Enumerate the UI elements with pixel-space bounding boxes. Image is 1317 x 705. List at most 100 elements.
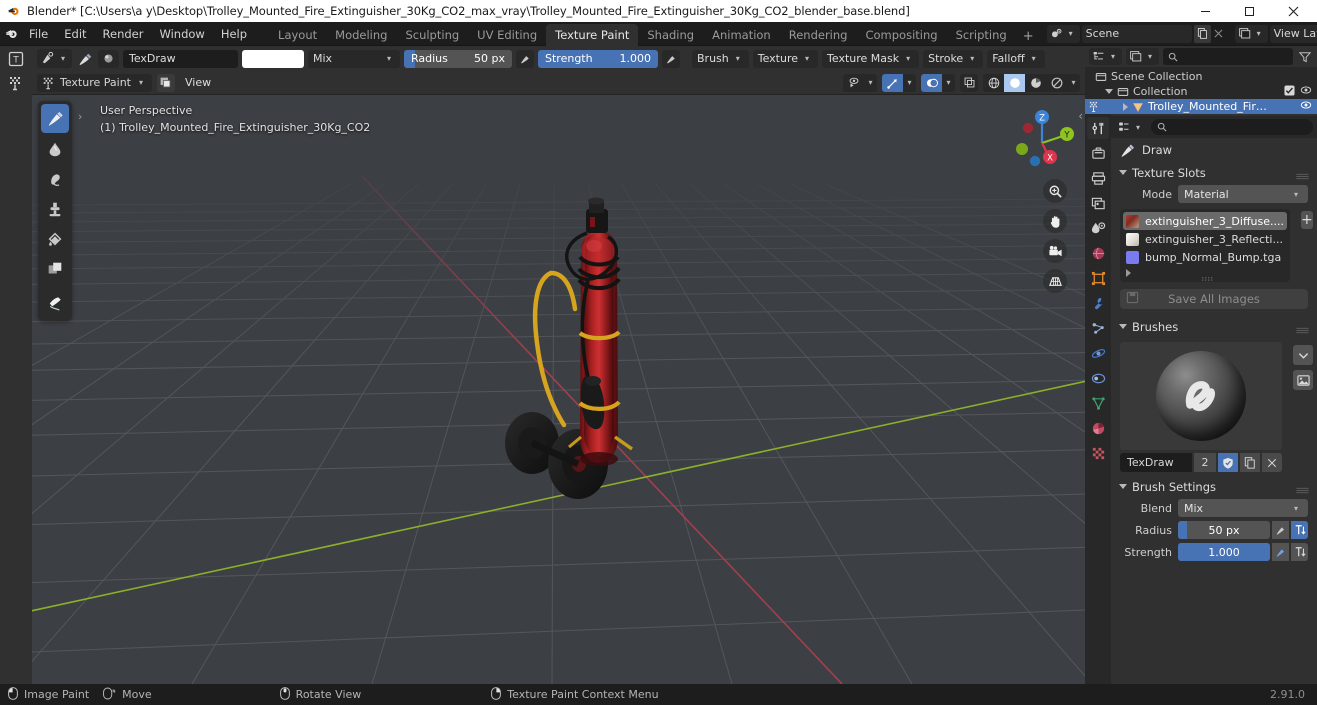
- tab-uv-editing[interactable]: UV Editing: [468, 24, 546, 46]
- add-texture-slot-button[interactable]: +: [1301, 211, 1313, 229]
- tab-sculpting[interactable]: Sculpting: [396, 24, 468, 46]
- editor-type-checker-icon[interactable]: [4, 72, 28, 94]
- tool-clone[interactable]: [41, 194, 69, 223]
- wireframe-shading-icon[interactable]: [983, 74, 1004, 92]
- tool-mask[interactable]: [41, 254, 69, 283]
- tab-output[interactable]: [1087, 167, 1109, 189]
- brush-strength-slider[interactable]: 1.000: [1178, 543, 1270, 561]
- blend-mode-dropdown[interactable]: Mix ▾: [308, 49, 400, 68]
- outliner-editor-type-button[interactable]: ▾: [1089, 48, 1122, 65]
- outliner-row-object[interactable]: Trolley_Mounted_Fir…: [1085, 99, 1317, 114]
- add-workspace-button[interactable]: +: [1016, 27, 1041, 46]
- maximize-button[interactable]: [1227, 0, 1271, 22]
- gizmo-popover[interactable]: ▾: [882, 73, 916, 92]
- tab-material[interactable]: [1087, 417, 1109, 439]
- tool-draw[interactable]: [41, 104, 69, 133]
- tab-modeling[interactable]: Modeling: [326, 24, 396, 46]
- texture-slot-item[interactable]: extinguisher_3_Diffuse....: [1123, 212, 1287, 230]
- menu-edit[interactable]: Edit: [56, 24, 94, 44]
- unlink-brush-button[interactable]: [1262, 453, 1282, 472]
- viewport-paint-mask-icon[interactable]: [156, 73, 175, 92]
- texture-slot-item[interactable]: extinguisher_3_Reflecti...: [1123, 230, 1287, 248]
- scene-browse-dropdown[interactable]: ▾: [1046, 24, 1080, 43]
- ortho-perspective-icon[interactable]: [1043, 269, 1067, 293]
- tab-render[interactable]: [1087, 142, 1109, 164]
- brush-color-swatch[interactable]: [242, 49, 304, 68]
- tool-soften[interactable]: [41, 134, 69, 163]
- tab-physics[interactable]: [1087, 342, 1109, 364]
- scene-new-button[interactable]: [1193, 24, 1211, 43]
- popover-texture-mask[interactable]: Texture Mask ▾: [822, 49, 920, 68]
- save-all-images-button[interactable]: Save All Images: [1120, 289, 1308, 309]
- tab-texture-paint[interactable]: Texture Paint: [546, 23, 639, 46]
- menu-render[interactable]: Render: [95, 24, 152, 44]
- list-resize-grip-icon[interactable]: [1201, 271, 1219, 281]
- 3d-viewport[interactable]: User Perspective (1) Trolley_Mounted_Fir…: [32, 95, 1085, 684]
- brush-preview[interactable]: [1120, 342, 1282, 450]
- tab-layout[interactable]: Layout: [269, 24, 326, 46]
- pan-hand-icon[interactable]: [1043, 209, 1067, 233]
- rendered-shading-icon[interactable]: [1046, 74, 1067, 92]
- disclosure-triangle-icon[interactable]: [1119, 170, 1127, 175]
- overlays-toggle-icon[interactable]: [921, 73, 942, 92]
- panel-brushes-header[interactable]: Brushes: [1111, 316, 1317, 337]
- brush-name-field[interactable]: TexDraw: [123, 49, 238, 68]
- disclosure-triangle-icon[interactable]: [1105, 89, 1113, 94]
- properties-editor-type-button[interactable]: ▾: [1115, 119, 1147, 135]
- radius-pressure-icon[interactable]: [1272, 521, 1289, 539]
- brush-datablock-icon[interactable]: [98, 49, 119, 68]
- strength-unit-toggle-icon[interactable]: [1291, 543, 1308, 561]
- chevron-down-icon[interactable]: ▾: [1067, 74, 1080, 92]
- tool-smear[interactable]: [41, 164, 69, 193]
- popover-falloff[interactable]: Falloff ▾: [987, 49, 1045, 68]
- overlays-popover[interactable]: ▾: [921, 73, 955, 92]
- tool-annotate[interactable]: [41, 289, 69, 318]
- navigation-gizmo[interactable]: Z Y X: [1005, 103, 1075, 173]
- minimize-button[interactable]: [1183, 0, 1227, 22]
- scene-unlink-button[interactable]: [1211, 25, 1227, 43]
- outliner-row-scene-collection[interactable]: Scene Collection: [1085, 69, 1317, 84]
- duplicate-brush-button[interactable]: [1240, 453, 1260, 472]
- blender-logo-icon[interactable]: [4, 23, 19, 45]
- tab-scene[interactable]: [1087, 217, 1109, 239]
- popover-brush[interactable]: Brush ▾: [692, 49, 749, 68]
- panel-brush-settings-header[interactable]: Brush Settings: [1111, 476, 1317, 497]
- tab-constraints[interactable]: [1087, 367, 1109, 389]
- texture-slot-item[interactable]: bump_Normal_Bump.tga: [1123, 248, 1287, 266]
- editor-type-texture-paint-icon[interactable]: T: [4, 48, 28, 70]
- gizmo-toggle-icon[interactable]: [882, 73, 903, 92]
- solid-shading-icon[interactable]: [1004, 73, 1025, 92]
- outliner-filter-icon[interactable]: [1297, 48, 1313, 66]
- tab-compositing[interactable]: Compositing: [856, 24, 946, 46]
- tool-fill[interactable]: [41, 224, 69, 253]
- radius-pressure-toggle-icon[interactable]: [516, 49, 534, 68]
- outliner-display-mode-dropdown[interactable]: ▾: [1126, 48, 1159, 65]
- properties-search-input[interactable]: [1151, 119, 1313, 135]
- panel-texture-slots-header[interactable]: Texture Slots: [1111, 162, 1317, 183]
- radius-unit-toggle-icon[interactable]: [1291, 521, 1308, 539]
- brush-blend-dropdown[interactable]: Mix ▾: [1178, 499, 1308, 517]
- view-layer-name-field[interactable]: View Layer: [1269, 24, 1317, 43]
- tab-animation[interactable]: Animation: [703, 24, 780, 46]
- brush-specials-dropdown-icon[interactable]: [1293, 345, 1313, 365]
- object-visibility-icon[interactable]: [843, 74, 864, 92]
- fake-user-toggle-icon[interactable]: [1218, 453, 1238, 472]
- disclosure-triangle-icon[interactable]: [1119, 324, 1127, 329]
- brush-radius-slider[interactable]: 50 px: [1178, 521, 1270, 539]
- tab-object[interactable]: [1087, 267, 1109, 289]
- texture-slots-mode-dropdown[interactable]: Material ▾: [1178, 185, 1308, 203]
- tab-tool[interactable]: [1087, 117, 1109, 139]
- tab-modifier[interactable]: [1087, 292, 1109, 314]
- popover-stroke[interactable]: Stroke ▾: [923, 49, 984, 68]
- brush-tool-selector[interactable]: ▾: [37, 49, 72, 68]
- material-preview-shading-icon[interactable]: [1025, 74, 1046, 92]
- tab-texture[interactable]: [1087, 442, 1109, 464]
- menu-help[interactable]: Help: [213, 24, 255, 44]
- viewport-view-menu[interactable]: View: [180, 74, 216, 92]
- tab-rendering[interactable]: Rendering: [780, 24, 857, 46]
- fire-extinguisher-model[interactable]: [32, 95, 1085, 675]
- disclosure-triangle-icon[interactable]: [1126, 268, 1131, 277]
- close-button[interactable]: [1271, 0, 1315, 22]
- tab-particles[interactable]: [1087, 317, 1109, 339]
- eye-icon[interactable]: [1300, 99, 1312, 114]
